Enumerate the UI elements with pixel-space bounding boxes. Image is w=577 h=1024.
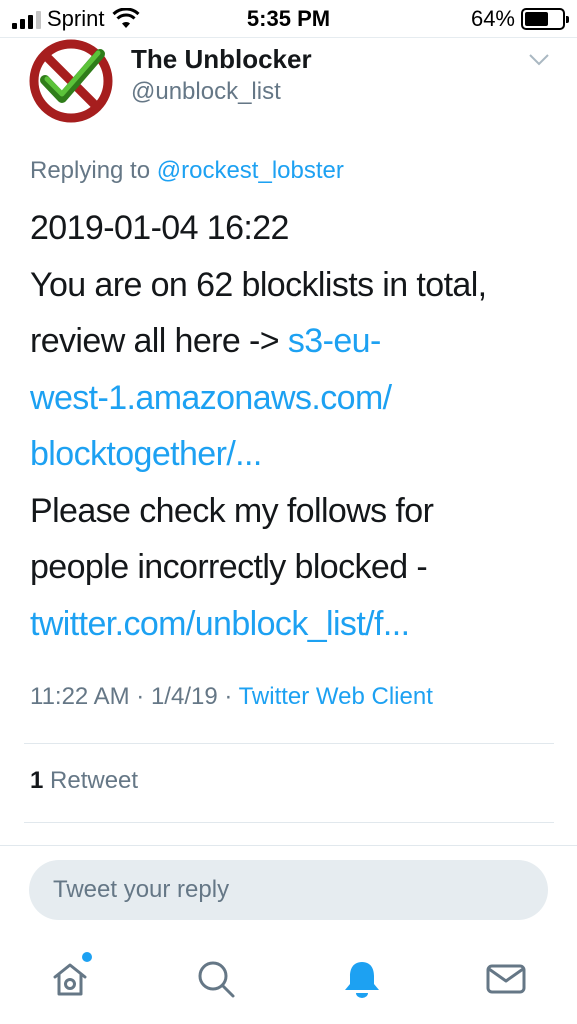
tab-search[interactable] [194,957,238,1001]
battery-nub [566,16,569,23]
chevron-down-icon[interactable] [528,52,550,68]
tweet-body-line: twitter.com/unblock_list/f... [30,596,560,653]
reply-placeholder: Tweet your reply [53,876,230,903]
author-handle[interactable]: @unblock_list [131,78,281,106]
author-avatar[interactable] [28,38,114,124]
tweet-body-text: Please check my follows for [30,491,434,530]
tweet-body-line: Please check my follows for [30,483,560,540]
reply-area-divider [0,845,577,846]
tweet-body-line: You are on 62 blocklists in total, [30,257,560,314]
tab-home[interactable] [48,957,92,1001]
tweet-detail-screen: Sprint 5:35 PM 64% The Unblocker @unbloc… [0,0,577,1024]
status-bar-right: 64% [470,6,569,32]
tab-messages[interactable] [484,957,528,1001]
tweet-body-line: blocktogether/... [30,426,560,483]
retweet-count-link[interactable]: 1 Retweet [30,767,138,795]
replying-to-handle-link[interactable]: @rockest_lobster [157,157,344,184]
tweet-body-link[interactable]: twitter.com/unblock_list/f... [30,605,410,643]
tweet-body-text: You are on 62 blocklists in total, [30,265,487,304]
tweet-body-line: west-1.amazonaws.com/ [30,370,560,427]
tweet-body: 2019-01-04 16:22 You are on 62 blocklist… [30,200,560,652]
battery-percentage: 64% [470,6,515,31]
tweet-body-line: 2019-01-04 16:22 [30,200,560,257]
meta-divider [24,743,554,744]
tweet-body-text: review all here -> [30,322,288,360]
notifications-bell-icon [345,962,379,998]
tweet-body-link[interactable]: s3-eu- [288,322,381,360]
replying-to-prefix: Replying to [30,157,151,184]
stats-divider [24,822,554,823]
battery-fill [525,12,549,26]
author-name[interactable]: The Unblocker [131,44,312,75]
tweet-timestamp: 11:22 AM · 1/4/19 · [30,683,239,710]
tweet-body-text: people incorrectly blocked - [30,548,428,586]
search-icon [198,961,235,998]
battery-icon [521,8,569,30]
reply-input[interactable]: Tweet your reply [29,860,548,920]
tweet-body-text: 2019-01-04 16:22 [30,209,289,247]
tweet-body-link[interactable]: blocktogether/... [30,435,262,473]
status-bar: Sprint 5:35 PM 64% [0,0,577,38]
tweet-body-line: review all here -> s3-eu- [30,313,560,370]
tweet-meta: 11:22 AM · 1/4/19 · Twitter Web Client [30,683,433,711]
tweet-body-line: people incorrectly blocked - [30,539,560,596]
home-notification-dot [82,952,92,962]
home-icon [53,963,87,996]
tweet-body-link[interactable]: west-1.amazonaws.com/ [30,379,392,417]
tweet-client-link[interactable]: Twitter Web Client [239,683,433,710]
retweet-count: 1 [30,767,44,794]
messages-envelope-icon [486,964,526,994]
replying-to: Replying to @rockest_lobster [30,157,344,185]
tab-notifications[interactable] [340,957,384,1001]
retweet-label: Retweet [43,767,139,794]
